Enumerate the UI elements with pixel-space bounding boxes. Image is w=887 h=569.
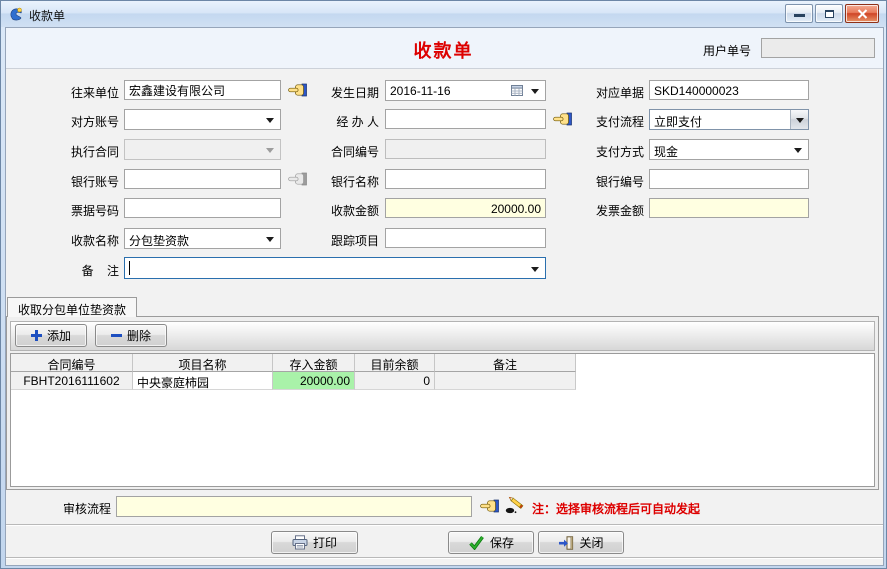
col-header-current-balance: 目前余额 xyxy=(355,354,435,372)
cell-contract-no[interactable]: FBHT2016111602 xyxy=(11,372,133,390)
bank-account-field[interactable] xyxy=(124,169,281,189)
col-header-deposit-amount: 存入金额 xyxy=(273,354,355,372)
add-row-button[interactable]: 添加 xyxy=(15,324,87,347)
close-label: 关闭 xyxy=(579,534,603,551)
invoice-amount-label: 发票金额 xyxy=(567,202,644,219)
pay-flow-value: 立即支付 xyxy=(654,113,702,130)
handler-field[interactable] xyxy=(385,109,546,129)
check-icon xyxy=(468,535,485,550)
exec-contract-combo xyxy=(124,139,281,160)
add-row-label: 添加 xyxy=(47,327,71,344)
cell-remark[interactable] xyxy=(435,372,576,390)
app-icon xyxy=(8,6,24,22)
remark-dropdown-icon[interactable] xyxy=(531,267,539,272)
audit-flow-field[interactable] xyxy=(116,496,472,517)
occur-date-label: 发生日期 xyxy=(301,84,379,101)
separator-line xyxy=(6,524,883,526)
counter-account-combo[interactable] xyxy=(124,109,281,130)
receipt-name-value: 分包垫资款 xyxy=(129,232,189,249)
receipt-amount-field[interactable] xyxy=(385,198,546,218)
bank-name-label: 银行名称 xyxy=(301,173,379,190)
pay-flow-combo[interactable]: 立即支付 xyxy=(649,109,809,130)
handler-label: 经 办 人 xyxy=(301,113,379,130)
contract-no-field xyxy=(385,139,546,159)
remark-label: 备 注 xyxy=(41,262,119,279)
print-button[interactable]: 打印 xyxy=(271,531,358,554)
bank-code-label: 银行编号 xyxy=(567,173,644,190)
pay-flow-dropdown-icon xyxy=(796,118,804,123)
receipt-name-dropdown-icon[interactable] xyxy=(266,237,274,242)
user-no-field[interactable] xyxy=(761,38,875,58)
ref-doc-label: 对应单据 xyxy=(567,84,644,101)
tab-subcontract-advance[interactable]: 收取分包单位垫资款 xyxy=(7,297,137,317)
minimize-icon xyxy=(794,14,805,17)
audit-picker-hand-icon[interactable] xyxy=(480,499,499,513)
bank-name-field[interactable] xyxy=(385,169,546,189)
receipt-form-window: 收款单 收款单 用户单号 往来单位 发生日期 2016-11-16 xyxy=(0,0,887,569)
audit-flow-label: 审核流程 xyxy=(47,500,111,517)
window-title: 收款单 xyxy=(29,7,65,24)
sign-pencil-icon[interactable] xyxy=(505,496,525,514)
exec-contract-dropdown-icon xyxy=(266,148,274,153)
text-caret xyxy=(129,261,130,275)
detail-grid: 合同编号 项目名称 存入金额 目前余额 备注 FBHT2016111602 中央… xyxy=(10,353,875,487)
col-header-remark: 备注 xyxy=(435,354,576,372)
contract-no-label: 合同编号 xyxy=(301,143,379,160)
counter-account-dropdown-icon[interactable] xyxy=(266,118,274,123)
cell-deposit-amount[interactable]: 20000.00 xyxy=(273,372,355,390)
track-project-field[interactable] xyxy=(385,228,546,248)
delete-row-label: 删除 xyxy=(127,327,151,344)
col-header-project-name: 项目名称 xyxy=(133,354,273,372)
maximize-button[interactable] xyxy=(815,4,843,23)
page-title: 收款单 xyxy=(1,37,886,63)
delete-row-button[interactable]: 删除 xyxy=(95,324,167,347)
printer-icon xyxy=(292,535,308,550)
pay-method-dropdown-icon[interactable] xyxy=(794,148,802,153)
pay-method-value: 现金 xyxy=(654,143,678,160)
maximize-icon xyxy=(825,10,834,18)
close-icon xyxy=(857,9,868,19)
minus-icon xyxy=(111,330,122,341)
save-label: 保存 xyxy=(490,534,514,551)
minimize-button[interactable] xyxy=(785,4,813,23)
remark-combo[interactable] xyxy=(124,257,546,279)
close-window-button[interactable] xyxy=(845,4,879,23)
partner-field[interactable] xyxy=(124,80,281,100)
col-header-contract-no: 合同编号 xyxy=(11,354,133,372)
pay-method-combo[interactable]: 现金 xyxy=(649,139,809,160)
pay-flow-dropdown-button[interactable] xyxy=(790,110,808,129)
exec-contract-label: 执行合同 xyxy=(41,143,119,160)
receipt-name-label: 收款名称 xyxy=(41,232,119,249)
partner-label: 往来单位 xyxy=(41,84,119,101)
close-button[interactable]: 关闭 xyxy=(538,531,624,554)
print-label: 打印 xyxy=(313,534,337,551)
occur-date-dropdown-icon[interactable] xyxy=(531,89,539,94)
save-button[interactable]: 保存 xyxy=(448,531,534,554)
bill-no-label: 票据号码 xyxy=(41,202,119,219)
invoice-amount-field[interactable] xyxy=(649,198,809,218)
track-project-label: 跟踪项目 xyxy=(301,232,379,249)
cell-current-balance[interactable]: 0 xyxy=(355,372,435,390)
calendar-icon[interactable] xyxy=(511,85,523,96)
bank-account-label: 银行账号 xyxy=(41,173,119,190)
audit-note-text: 注：选择审核流程后可自动发起 xyxy=(532,500,700,517)
exit-door-icon xyxy=(558,536,574,550)
occur-date-picker[interactable]: 2016-11-16 xyxy=(385,80,546,101)
pay-method-label: 支付方式 xyxy=(567,143,644,160)
receipt-amount-label: 收款金额 xyxy=(301,202,379,219)
bill-no-field[interactable] xyxy=(124,198,281,218)
counter-account-label: 对方账号 xyxy=(41,113,119,130)
occur-date-value: 2016-11-16 xyxy=(390,84,451,98)
cell-project-name[interactable]: 中央豪庭柿园 xyxy=(133,372,273,390)
receipt-name-combo[interactable]: 分包垫资款 xyxy=(124,228,281,249)
ref-doc-field[interactable] xyxy=(649,80,809,100)
bank-code-field[interactable] xyxy=(649,169,809,189)
plus-icon xyxy=(31,330,42,341)
user-no-label: 用户单号 xyxy=(693,42,751,59)
title-bar: 收款单 xyxy=(1,1,886,27)
pay-flow-label: 支付流程 xyxy=(567,113,644,130)
bottom-separator-line xyxy=(6,557,883,559)
